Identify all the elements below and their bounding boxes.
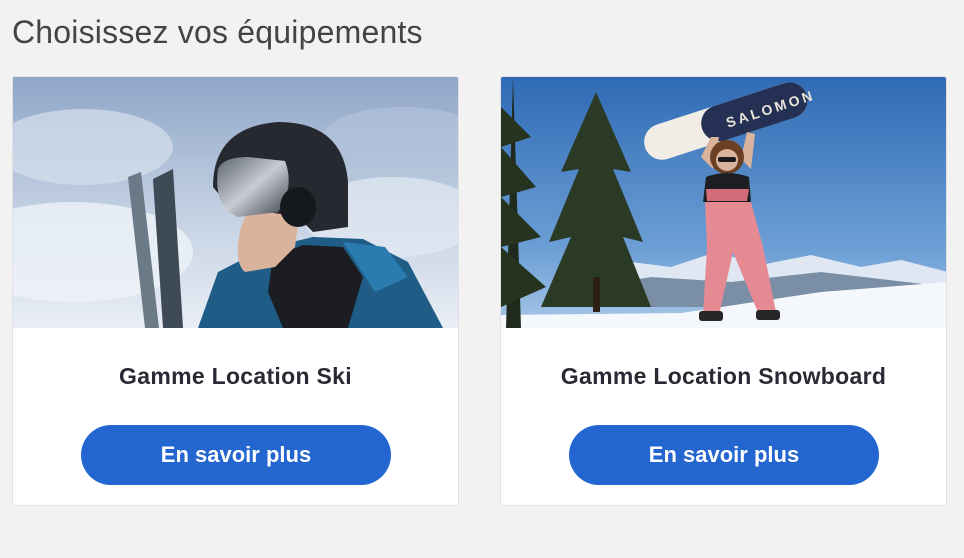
ski-photo[interactable] <box>13 77 459 328</box>
card-snowboard[interactable]: SALOMON Gamme Location Snowboard En savo… <box>500 76 947 506</box>
learn-more-button[interactable]: En savoir plus <box>81 425 391 485</box>
card-title: Gamme Location Ski <box>119 363 352 389</box>
equipment-section: Choisissez vos équipements Gamme Locatio… <box>0 0 964 558</box>
section-title: Choisissez vos équipements <box>12 14 423 50</box>
card-ski[interactable]: Gamme Location Ski En savoir plus <box>12 76 459 506</box>
learn-more-button[interactable]: En savoir plus <box>569 425 879 485</box>
snowboard-photo[interactable]: SALOMON <box>501 77 947 328</box>
card-title: Gamme Location Snowboard <box>560 363 887 389</box>
